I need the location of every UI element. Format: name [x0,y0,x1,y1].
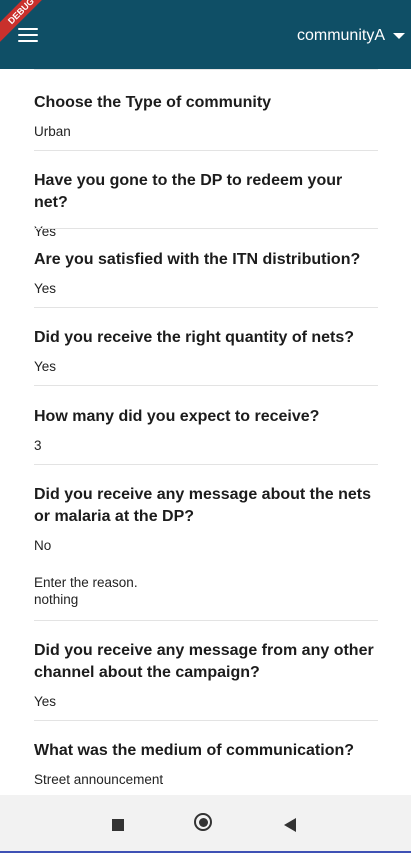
hamburger-menu-icon[interactable] [18,24,42,46]
response-item-dp-message: Did you receive any message about the ne… [34,484,378,608]
divider [34,720,378,721]
triangle-back-icon[interactable] [284,818,296,832]
answer-value: No [34,538,52,553]
question-label: Did you receive any message from any oth… [34,642,374,681]
divider [34,464,378,465]
question-label: Choose the Type of community [34,94,272,111]
answer-value: Urban [34,124,71,139]
question-label: Have you gone to the DP to redeem your n… [34,172,343,211]
answer-value: Street announcement [34,772,164,787]
divider [34,228,378,229]
divider [34,385,378,386]
community-selector-value: communityA [296,27,385,44]
answer-value: Yes [34,694,57,709]
square-recents-icon[interactable] [112,819,124,831]
question-label: How many did you expect to receive? [34,408,320,425]
divider [34,150,378,151]
question-label: What was the medium of communication? [34,742,355,759]
divider [34,620,378,621]
circle-home-icon[interactable] [194,813,212,831]
response-item-redeem-net: Have you gone to the DP to redeem your n… [34,170,378,241]
system-nav-bar [0,795,411,853]
response-item-other-channel: Did you receive any message from any oth… [34,640,378,711]
question-label: Did you receive the right quantity of ne… [34,329,355,346]
app-bar: DEBUG communityA [0,0,411,69]
answer-value: Yes [34,224,57,239]
community-selector[interactable]: communityA [297,24,405,48]
response-item-right-quantity: Did you receive the right quantity of ne… [34,327,378,376]
answer-value: Yes [34,359,57,374]
reason-value: nothing [34,592,79,607]
response-item-community-type: Choose the Type of community Urban [34,92,378,141]
response-item-communication-medium: What was the medium of communication? St… [34,740,378,789]
question-label: Are you satisfied with the ITN distribut… [34,251,361,268]
response-item-itn-satisfaction: Are you satisfied with the ITN distribut… [34,249,378,298]
caret-down-icon [393,33,405,39]
reason-label: Enter the reason. [34,575,138,590]
top-divider [34,69,378,70]
divider [34,307,378,308]
answer-value: Yes [34,281,57,296]
response-item-expected-quantity: How many did you expect to receive? 3 [34,406,378,455]
answer-value: 3 [34,438,42,453]
question-label: Did you receive any message about the ne… [34,486,372,525]
survey-response-list[interactable]: Choose the Type of community Urban Have … [0,69,411,795]
